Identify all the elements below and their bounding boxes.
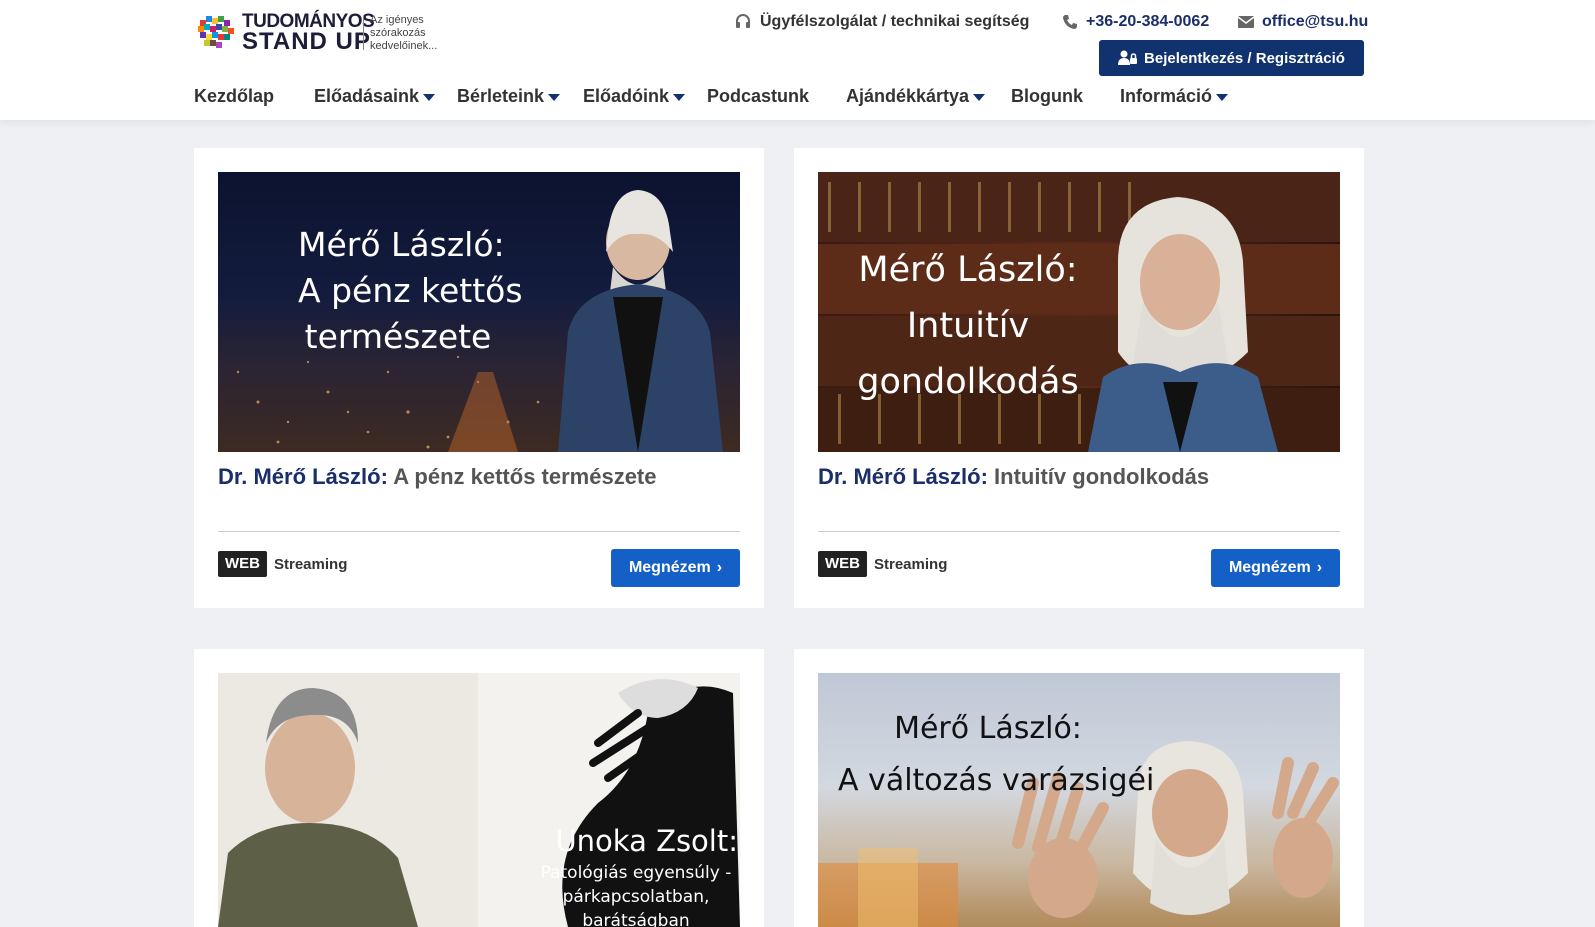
watch-button[interactable]: Megnézem › (1211, 549, 1340, 587)
nav-label: Blogunk (1011, 86, 1083, 106)
show-title-text: A pénz kettős természete (393, 464, 657, 489)
format-badge: WEB (218, 551, 267, 577)
nav-item-blog[interactable]: Blogunk (1011, 86, 1083, 107)
nav-label: Előadásaink (314, 86, 420, 106)
users-lock-icon (1118, 50, 1138, 65)
caption-line: gondolkodás (857, 362, 1079, 402)
show-thumbnail[interactable]: Mérő László: Intuitív gondolkodás (818, 172, 1340, 452)
email-address: office@tsu.hu (1262, 13, 1369, 30)
nav-label: Kezdőlap (194, 86, 275, 106)
show-thumbnail[interactable]: Unoka Zsolt: Patológiás egyensúly - párk… (218, 673, 740, 927)
headset-icon (736, 14, 750, 28)
site-logo[interactable]: TUDOMÁNYOS STAND UP Az igényes szórakozá… (198, 12, 448, 56)
nav-item-shows[interactable]: Előadásaink (314, 86, 436, 107)
nav-label: Ajándékkártya (846, 86, 970, 106)
thumbnail-subcaption: Patológiás egyensúly - párkapcsolatban, … (538, 861, 734, 927)
card-divider (818, 531, 1340, 532)
caret-down-icon (548, 94, 561, 101)
caption-line: A pénz kettős (298, 271, 523, 310)
logo-mosaic-icon (198, 16, 234, 48)
nav-item-passes[interactable]: Bérleteink (457, 86, 561, 107)
format-badge: WEB (818, 551, 867, 577)
nav-label: Információ (1120, 86, 1213, 106)
phone-link[interactable]: +36-20-384-0062 (1062, 12, 1209, 32)
thumbnail-caption: Mérő László: Intuitív gondolkodás (848, 242, 1088, 410)
show-card: Mérő László: Intuitív gondolkodás Dr. Mé… (794, 148, 1364, 608)
caption-line: barátságban (582, 911, 690, 927)
login-register-label: Bejelentkezés / Regisztráció (1144, 49, 1345, 67)
phone-icon (1063, 15, 1077, 29)
show-card: Unoka Zsolt: Patológiás egyensúly - párk… (194, 649, 764, 927)
nav-item-performers[interactable]: Előadóink (583, 86, 686, 107)
nav-label: Podcastunk (707, 86, 810, 106)
caption-line: Patológiás egyensúly - (540, 863, 732, 883)
chevron-right-icon: › (716, 559, 723, 576)
format-label: Streaming (874, 556, 948, 573)
caption-line: Mérő László: (858, 250, 1078, 290)
caption-line: Unoka Zsolt: (555, 824, 738, 858)
caption-line: párkapcsolatban, (562, 887, 710, 907)
show-title-text: Intuitív gondolkodás (994, 464, 1210, 489)
envelope-icon (1238, 16, 1254, 28)
site-header: TUDOMÁNYOS STAND UP Az igényes szórakozá… (0, 0, 1595, 120)
support-label: Ügyfélszolgálat / technikai segítség (760, 13, 1030, 30)
caption-line: természete (304, 317, 492, 356)
caption-line: A változás varázsigéi (838, 763, 1155, 798)
speaker-name: Dr. Mérő László: (218, 464, 388, 489)
nav-item-podcast[interactable]: Podcastunk (707, 86, 809, 107)
nav-item-info[interactable]: Információ (1120, 86, 1229, 107)
caption-line: Intuitív (906, 306, 1030, 346)
speaker-name: Dr. Mérő László: (818, 464, 988, 489)
nav-item-home[interactable]: Kezdőlap (194, 86, 274, 107)
show-thumbnail[interactable]: Mérő László: A pénz kettős természete (218, 172, 740, 452)
caret-down-icon (1216, 94, 1229, 101)
caption-line: Mérő László: (298, 225, 505, 264)
phone-number: +36-20-384-0062 (1086, 13, 1210, 30)
show-title[interactable]: Dr. Mérő László: A pénz kettős természet… (218, 463, 740, 491)
card-divider (218, 531, 740, 532)
support-link[interactable]: Ügyfélszolgálat / technikai segítség (734, 12, 1029, 32)
logo-tagline: Az igényes szórakozás kedvelőinek... (370, 14, 438, 52)
caret-down-icon (423, 94, 436, 101)
logo-divider (363, 16, 364, 50)
format-label: Streaming (274, 556, 348, 573)
watch-button-label: Megnézem (628, 559, 711, 576)
logo-subtitle: STAND UP (242, 28, 371, 55)
watch-button-label: Megnézem (1228, 559, 1311, 576)
watch-button[interactable]: Megnézem › (611, 549, 740, 587)
chevron-right-icon: › (1316, 559, 1323, 576)
show-card: Mérő László: A változás varázsigéi (794, 649, 1364, 927)
caret-down-icon (973, 94, 986, 101)
nav-label: Bérleteink (457, 86, 545, 106)
nav-item-gift-card[interactable]: Ajándékkártya (846, 86, 986, 107)
thumbnail-caption: Mérő László: A változás varázsigéi (838, 703, 1155, 807)
show-thumbnail[interactable]: Mérő László: A változás varázsigéi (818, 673, 1340, 927)
show-title[interactable]: Dr. Mérő László: Intuitív gondolkodás (818, 463, 1340, 491)
show-card: Mérő László: A pénz kettős természete Dr… (194, 148, 764, 608)
caption-line: Mérő László: (894, 711, 1082, 746)
login-register-button[interactable]: Bejelentkezés / Regisztráció (1099, 40, 1364, 76)
nav-label: Előadóink (583, 86, 670, 106)
email-link[interactable]: office@tsu.hu (1238, 12, 1368, 32)
caret-down-icon (673, 94, 686, 101)
thumbnail-caption: Unoka Zsolt: (518, 823, 738, 859)
thumbnail-caption: Mérő László: A pénz kettős természete (298, 222, 523, 360)
